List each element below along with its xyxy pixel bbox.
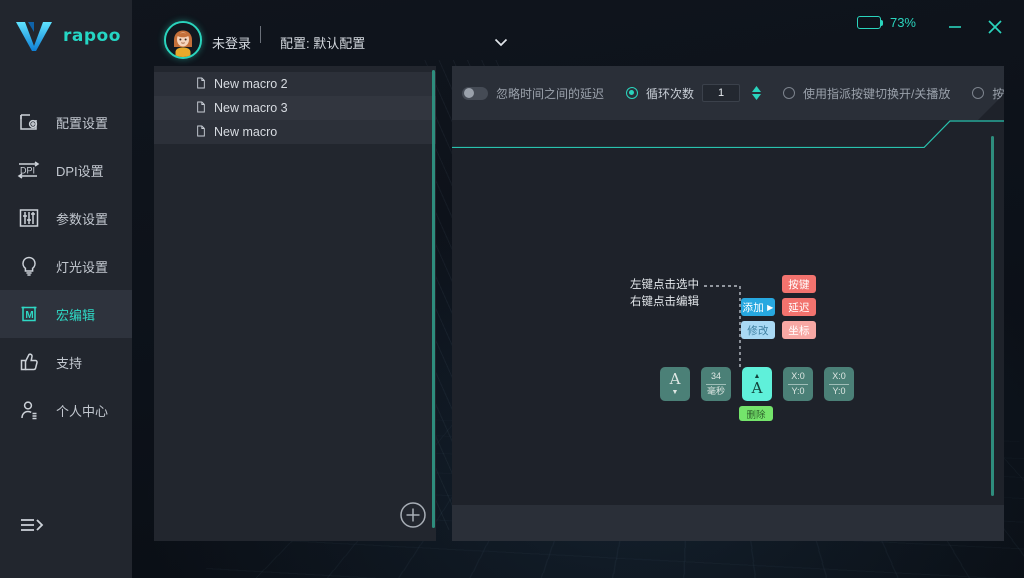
macro-list-scrollbar[interactable] — [432, 70, 435, 528]
macro-block-delay[interactable]: 34 毫秒 — [701, 367, 731, 401]
sidebar: rapoo 配置设置 DPI DPI设置 参数设置 灯光设置 M 宏编辑 支持 … — [0, 0, 132, 578]
press-play-option[interactable]: 按下时播放 — [972, 85, 1024, 102]
submenu-coordinate-button[interactable]: 坐标 — [782, 321, 816, 339]
loop-count-label: 循环次数 — [646, 86, 695, 101]
coord-x: X:0 — [791, 371, 805, 382]
user-status[interactable]: 未登录 — [212, 33, 251, 52]
macro-block-key-down-a[interactable]: A ▼ — [660, 367, 690, 401]
sidebar-item-parameter-settings[interactable]: 参数设置 — [0, 194, 132, 242]
radio-press-play[interactable] — [972, 87, 985, 99]
macro-name: New macro 3 — [214, 101, 288, 115]
ignore-delay-option[interactable]: 忽略时间之间的延迟 — [462, 85, 604, 102]
macro-options-toolbar: 忽略时间之间的延迟 循环次数 1 使用指派按键切换开/关播放 按下时 — [452, 66, 1004, 120]
radio-toggle-play[interactable] — [783, 87, 796, 99]
file-icon — [196, 101, 206, 116]
battery-status: 73% — [856, 15, 916, 30]
delay-value: 34 — [710, 371, 721, 382]
spinner-arrows-icon[interactable] — [752, 86, 762, 100]
user-profile-icon — [16, 397, 42, 423]
sidebar-item-label: 配置设置 — [56, 115, 109, 131]
lighting-settings-icon — [16, 253, 42, 279]
avatar[interactable] — [164, 21, 202, 59]
parameter-settings-icon — [16, 205, 42, 231]
connector-lines — [704, 285, 741, 367]
macro-list: New macro 2 New macro 3 New macro — [154, 66, 436, 144]
hint-line-2: 右键点击编辑 — [630, 295, 699, 308]
list-item[interactable]: New macro — [154, 120, 436, 144]
macro-block-coordinate-1[interactable]: X:0 Y:0 — [783, 367, 813, 401]
sidebar-item-lighting-settings[interactable]: 灯光设置 — [0, 242, 132, 290]
loop-count-option[interactable]: 循环次数 1 — [626, 84, 762, 102]
caret-right-icon: ▶ — [767, 302, 774, 312]
chevron-down-icon[interactable] — [494, 34, 508, 47]
app-window: rapoo 配置设置 DPI DPI设置 参数设置 灯光设置 M 宏编辑 支持 … — [0, 0, 1024, 578]
context-menu-delete-button[interactable]: 删除 — [739, 406, 773, 421]
list-item[interactable]: New macro 3 — [154, 96, 436, 120]
rapoo-v-logo-icon — [14, 19, 54, 53]
svg-text:M: M — [25, 310, 33, 321]
coord-y: Y:0 — [832, 385, 846, 396]
battery-percent: 73% — [889, 15, 916, 30]
macro-editor-icon: M — [16, 301, 42, 327]
sidebar-nav: 配置设置 DPI DPI设置 参数设置 灯光设置 M 宏编辑 支持 个人中心 — [0, 98, 132, 434]
minimize-icon[interactable] — [944, 16, 966, 38]
content-scrollbar[interactable] — [991, 136, 994, 496]
file-icon — [196, 77, 206, 92]
header-bar: 未登录 配置: 默认配置 73% — [132, 0, 1024, 64]
dpi-settings-icon: DPI — [16, 157, 42, 183]
brand-logo: rapoo — [0, 0, 132, 72]
loop-count-input[interactable]: 1 — [702, 84, 741, 102]
toggle-switch-icon[interactable] — [462, 86, 488, 100]
macro-list-panel: New macro 2 New macro 3 New macro — [154, 66, 436, 541]
sidebar-item-label: DPI设置 — [56, 163, 104, 179]
sidebar-item-label: 参数设置 — [56, 211, 109, 227]
macro-sequence-diagram: 左键点击选中 右键点击编辑 添加 ▶ 修改 按键 延迟 坐标 A ▼ 34 毫秒… — [452, 120, 1004, 505]
context-menu-modify-button[interactable]: 修改 — [741, 321, 775, 339]
profile-selector-label[interactable]: 配置: 默认配置 — [280, 33, 365, 52]
sidebar-item-dpi-settings[interactable]: DPI DPI设置 — [0, 146, 132, 194]
battery-icon — [856, 16, 883, 29]
coord-y: Y:0 — [791, 385, 805, 396]
collapse-menu-icon[interactable] — [18, 514, 46, 538]
coord-x: X:0 — [832, 371, 846, 382]
sidebar-item-label: 宏编辑 — [56, 307, 96, 323]
list-item[interactable]: New macro 2 — [154, 72, 436, 96]
file-icon — [196, 125, 206, 140]
sidebar-item-support[interactable]: 支持 — [0, 338, 132, 386]
submenu-delay-button[interactable]: 延迟 — [782, 298, 816, 316]
plus-circle-icon[interactable] — [399, 501, 427, 529]
sidebar-item-user-profile[interactable]: 个人中心 — [0, 386, 132, 434]
sidebar-item-label: 个人中心 — [56, 403, 109, 419]
sidebar-item-label: 支持 — [56, 355, 83, 371]
sidebar-item-macro-editor[interactable]: M 宏编辑 — [0, 290, 132, 338]
close-icon[interactable] — [984, 16, 1006, 38]
macro-block-key-up-a[interactable]: ▲ A — [742, 367, 772, 401]
arrow-down-icon: ▼ — [671, 389, 679, 396]
header-divider — [260, 26, 261, 43]
content-footer — [452, 505, 1004, 541]
ignore-delay-label: 忽略时间之间的延迟 — [496, 86, 605, 101]
config-settings-icon — [16, 109, 42, 135]
macro-name: New macro — [214, 125, 278, 139]
hint-line-1: 左键点击选中 — [630, 279, 699, 291]
sidebar-item-label: 灯光设置 — [56, 259, 109, 275]
radio-loop-count[interactable] — [626, 87, 639, 99]
macro-editor-panel: 忽略时间之间的延迟 循环次数 1 使用指派按键切换开/关播放 按下时 左键点击选… — [452, 66, 1004, 541]
brand-name: rapoo — [63, 26, 121, 46]
sidebar-item-config-settings[interactable]: 配置设置 — [0, 98, 132, 146]
macro-name: New macro 2 — [214, 77, 288, 91]
toggle-play-label: 使用指派按键切换开/关播放 — [803, 86, 951, 101]
macro-block-coordinate-2[interactable]: X:0 Y:0 — [824, 367, 854, 401]
key-glyph: A — [669, 370, 681, 388]
toggle-play-option[interactable]: 使用指派按键切换开/关播放 — [783, 85, 950, 102]
thumbs-up-support-icon — [16, 349, 42, 375]
context-menu-add-button[interactable]: 添加 ▶ — [741, 298, 775, 316]
key-glyph: A — [751, 378, 763, 397]
delay-unit: 毫秒 — [706, 385, 725, 396]
press-play-label: 按下时播放 — [992, 86, 1024, 101]
submenu-key-button[interactable]: 按键 — [782, 275, 816, 293]
diagram-hint: 左键点击选中 右键点击编辑 — [630, 277, 699, 310]
svg-text:DPI: DPI — [20, 166, 35, 176]
add-label: 添加 — [742, 301, 765, 314]
